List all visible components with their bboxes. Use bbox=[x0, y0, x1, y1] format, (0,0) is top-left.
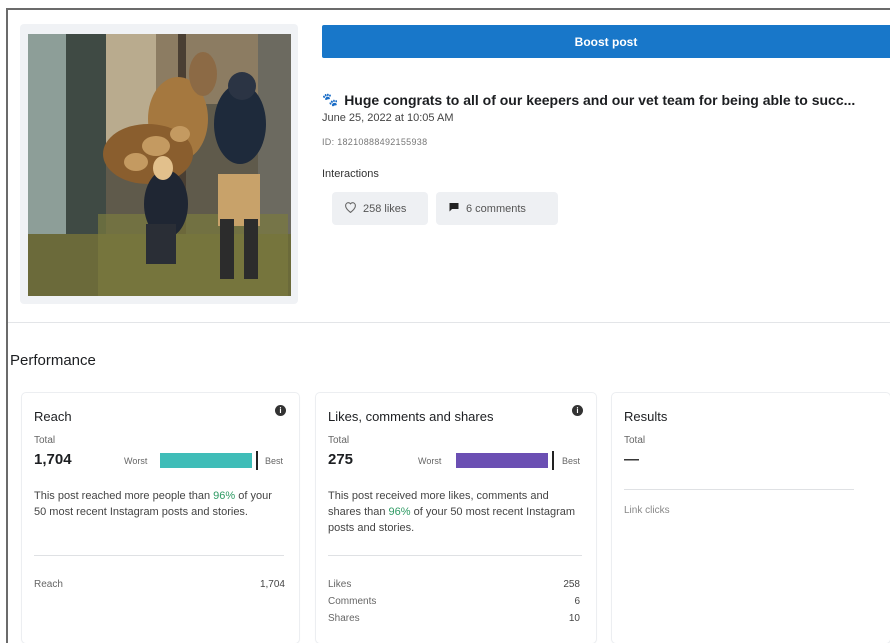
post-date: June 25, 2022 at 10:05 AM bbox=[322, 112, 454, 124]
reach-row-value: 1,704 bbox=[259, 579, 285, 590]
likes-count: 258 likes bbox=[363, 202, 407, 215]
giraffe-photo-illustration bbox=[28, 34, 291, 296]
boost-post-button[interactable]: Boost post bbox=[322, 25, 890, 58]
reach-title: Reach bbox=[34, 409, 72, 424]
paw-emoji-icon: 🐾 bbox=[322, 92, 339, 107]
engagement-separator bbox=[328, 555, 582, 556]
results-total-label: Total bbox=[624, 435, 646, 446]
reach-total-label: Total bbox=[34, 435, 56, 446]
engagement-comparison-bar bbox=[456, 451, 554, 470]
reach-best-label: Best bbox=[265, 456, 284, 466]
info-icon[interactable]: i bbox=[275, 405, 286, 416]
post-id: ID: 18210888492155938 bbox=[322, 137, 428, 147]
performance-heading: Performance bbox=[10, 352, 96, 369]
reach-bar-marker bbox=[256, 451, 258, 470]
comments-count: 6 comments bbox=[466, 202, 526, 215]
engagement-title: Likes, comments and shares bbox=[328, 409, 494, 424]
results-card: Results Total — Link clicks bbox=[612, 393, 890, 643]
likes-row-label: Likes bbox=[328, 579, 352, 590]
shares-row-value: 10 bbox=[568, 613, 580, 624]
post-image[interactable] bbox=[28, 34, 291, 296]
results-title: Results bbox=[624, 409, 668, 424]
reach-row-label: Reach bbox=[34, 579, 63, 590]
engagement-best-label: Best bbox=[562, 456, 581, 466]
reach-description: This post reached more people than 96% o… bbox=[34, 488, 284, 520]
engagement-worst-label: Worst bbox=[418, 456, 442, 466]
interactions-heading: Interactions bbox=[322, 168, 379, 180]
engagement-total-value: 275 bbox=[328, 451, 354, 468]
reach-worst-label: Worst bbox=[124, 456, 148, 466]
reach-separator bbox=[34, 555, 284, 556]
results-total-value: — bbox=[624, 451, 639, 468]
engagement-bar-marker bbox=[552, 451, 554, 470]
reach-desc-percent: 96% bbox=[213, 490, 236, 502]
reach-desc-text: This post reached more people than bbox=[34, 490, 214, 502]
results-separator bbox=[624, 489, 854, 490]
engagement-description: This post received more likes, comments … bbox=[328, 488, 580, 536]
post-caption: 🐾 Huge congrats to all of our keepers an… bbox=[322, 92, 888, 108]
reach-card: Reach i Total 1,704 Worst Best This post… bbox=[22, 393, 299, 643]
likes-row-value: 258 bbox=[563, 579, 580, 590]
post-thumbnail-container bbox=[20, 24, 298, 304]
reach-bar-fill bbox=[160, 453, 252, 468]
engagement-bar-fill bbox=[456, 453, 548, 468]
reach-total-value: 1,704 bbox=[34, 451, 72, 468]
comments-row-value: 6 bbox=[574, 596, 580, 607]
comments-chip[interactable]: 6 comments bbox=[436, 192, 558, 225]
comment-icon bbox=[448, 201, 460, 216]
comments-row-label: Comments bbox=[328, 596, 377, 607]
shares-row-label: Shares bbox=[328, 613, 360, 624]
heart-icon bbox=[344, 201, 357, 216]
link-clicks-label: Link clicks bbox=[624, 505, 670, 516]
reach-comparison-bar bbox=[160, 451, 258, 470]
likes-chip[interactable]: 258 likes bbox=[332, 192, 428, 225]
info-icon[interactable]: i bbox=[572, 405, 583, 416]
section-divider bbox=[8, 322, 890, 323]
engagement-card: Likes, comments and shares i Total 275 W… bbox=[316, 393, 596, 643]
engagement-desc-percent: 96% bbox=[388, 506, 411, 518]
engagement-total-label: Total bbox=[328, 435, 350, 446]
post-caption-text: Huge congrats to all of our keepers and … bbox=[344, 92, 856, 108]
